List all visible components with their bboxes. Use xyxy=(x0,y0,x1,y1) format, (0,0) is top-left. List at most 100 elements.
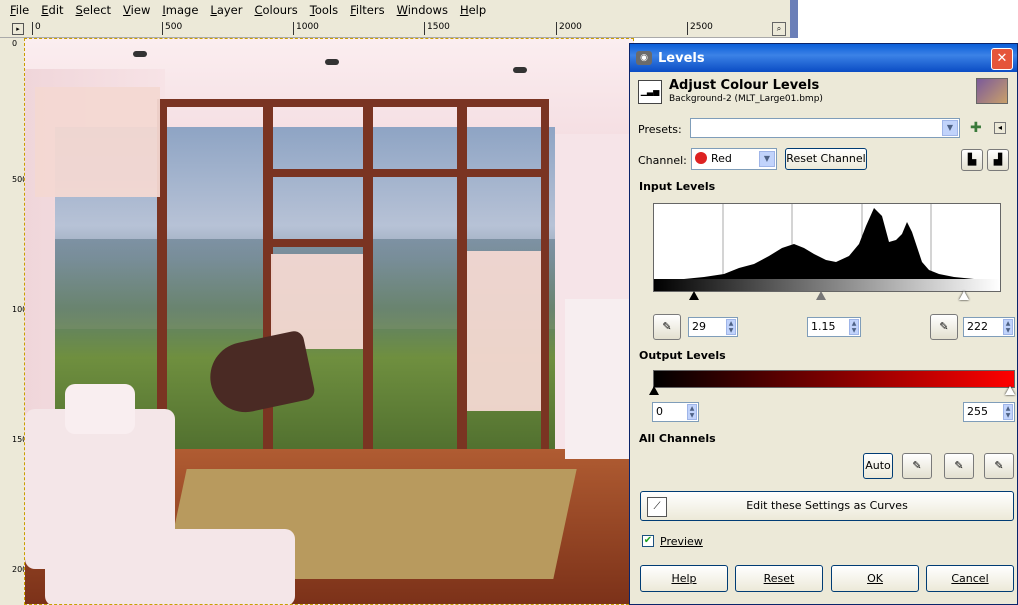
ruler-tick: 1000 xyxy=(293,22,319,35)
scene-piano xyxy=(565,299,633,459)
preview-label[interactable]: Preview xyxy=(660,535,703,548)
gamma-handle[interactable] xyxy=(816,291,826,300)
output-levels-label: Output Levels xyxy=(639,349,726,362)
histogram[interactable] xyxy=(653,203,1001,281)
scene-cushion xyxy=(65,384,135,434)
menu-image[interactable]: Image xyxy=(162,3,198,17)
ok-button[interactable]: OK xyxy=(831,565,919,592)
white-eyedropper-icon[interactable]: ✎ xyxy=(984,453,1014,479)
linear-histogram-icon[interactable]: ▙ xyxy=(961,149,983,171)
menu-tools[interactable]: Tools xyxy=(310,3,338,17)
spin-arrows-icon[interactable]: ▲ ▼ xyxy=(1003,404,1013,420)
high-input-handle[interactable] xyxy=(959,291,969,300)
dialog-title: Levels xyxy=(658,50,705,66)
chevron-down-icon[interactable]: ▼ xyxy=(759,151,775,167)
edit-as-curves-button[interactable]: ⟋ Edit these Settings as Curves xyxy=(640,491,1014,521)
dialog-header: ▁▃▅ Adjust Colour Levels Background-2 (M… xyxy=(638,78,1008,110)
zoom-icon[interactable]: ⌕ xyxy=(772,22,786,36)
image-canvas[interactable] xyxy=(24,38,634,605)
cancel-button[interactable]: Cancel xyxy=(926,565,1014,592)
input-handles[interactable] xyxy=(653,291,999,303)
spin-arrows-icon[interactable]: ▲ ▼ xyxy=(1003,319,1013,335)
input-high-spin[interactable]: 222 ▲ ▼ xyxy=(963,317,1015,337)
input-high-value: 222 xyxy=(967,320,988,333)
output-handles[interactable] xyxy=(649,386,1015,396)
red-channel-icon xyxy=(695,152,707,164)
log-histogram-icon[interactable]: ▟ xyxy=(987,149,1009,171)
preview-checkbox[interactable]: ✔ xyxy=(642,535,654,547)
ruler-tick: 2500 xyxy=(687,22,713,35)
input-low-spin[interactable]: 29 ▲ ▼ xyxy=(688,317,738,337)
scene-sofa xyxy=(45,529,295,604)
ruler-tick: 0 xyxy=(12,39,18,48)
ruler-tick: 500 xyxy=(12,175,28,184)
all-channels-label: All Channels xyxy=(639,432,716,445)
presets-label: Presets: xyxy=(638,123,682,136)
window-frame xyxy=(263,169,549,177)
edit-as-curves-label: Edit these Settings as Curves xyxy=(746,499,908,512)
ruler-tick: 500 xyxy=(162,22,182,35)
dialog-titlebar[interactable]: ◉ Levels ✕ xyxy=(630,44,1017,72)
window-frame xyxy=(541,99,549,459)
channel-label: Channel: xyxy=(638,154,687,167)
window-frame xyxy=(363,99,373,459)
reset-button[interactable]: Reset xyxy=(735,565,823,592)
spin-arrows-icon[interactable]: ▲ ▼ xyxy=(726,319,736,335)
vertical-ruler: 0 500 1000 1500 2000 xyxy=(0,38,33,605)
menu-windows[interactable]: Windows xyxy=(397,3,448,17)
high-output-handle[interactable] xyxy=(1005,386,1015,395)
menu-bar: File Edit Select View Image Layer Colour… xyxy=(0,0,790,20)
spin-arrows-icon[interactable]: ▲ ▼ xyxy=(849,319,859,335)
low-input-handle[interactable] xyxy=(689,291,699,300)
menu-select[interactable]: Select xyxy=(76,3,112,17)
chevron-down-icon[interactable]: ▼ xyxy=(942,120,958,136)
menu-view[interactable]: View xyxy=(123,3,150,17)
menu-edit[interactable]: Edit xyxy=(41,3,63,17)
reset-channel-button[interactable]: Reset Channel xyxy=(785,148,867,170)
menu-help[interactable]: Help xyxy=(460,3,486,17)
menu-filters[interactable]: Filters xyxy=(350,3,384,17)
window-frame xyxy=(165,99,549,107)
input-gamma-spin[interactable]: 1.15 ▲ ▼ xyxy=(807,317,861,337)
ruler-tick: 2000 xyxy=(556,22,582,35)
menu-file[interactable]: File xyxy=(10,3,29,17)
window-blind xyxy=(467,251,541,411)
levels-dialog: ◉ Levels ✕ ▁▃▅ Adjust Colour Levels Back… xyxy=(629,43,1018,605)
black-eyedropper-icon[interactable]: ✎ xyxy=(902,453,932,479)
auto-button[interactable]: Auto xyxy=(863,453,893,479)
window-edge xyxy=(790,0,798,38)
quick-mask-icon[interactable]: ▸ xyxy=(12,23,24,35)
output-high-spin[interactable]: 255 ▲ ▼ xyxy=(963,402,1015,422)
grey-eyedropper-icon[interactable]: ✎ xyxy=(944,453,974,479)
pick-black-point-icon[interactable]: ✎ xyxy=(653,314,681,340)
ceiling-light xyxy=(513,67,527,73)
help-button[interactable]: Help xyxy=(640,565,728,592)
menu-layer[interactable]: Layer xyxy=(210,3,242,17)
channel-combo[interactable]: Red ▼ xyxy=(691,148,777,170)
input-low-value: 29 xyxy=(692,320,706,333)
window-frame xyxy=(263,239,373,247)
channel-value: Red xyxy=(711,152,732,165)
ruler-tick: 1000 xyxy=(12,305,33,314)
output-low-spin[interactable]: 0 ▲ ▼ xyxy=(652,402,699,422)
levels-icon: ▁▃▅ xyxy=(638,80,662,104)
spin-arrows-icon[interactable]: ▲ ▼ xyxy=(687,404,697,420)
output-low-value: 0 xyxy=(656,405,663,418)
header-subtitle: Background-2 (MLT_Large01.bmp) xyxy=(669,94,823,104)
pick-white-point-icon[interactable]: ✎ xyxy=(930,314,958,340)
header-title: Adjust Colour Levels xyxy=(669,78,820,93)
ceiling-light xyxy=(325,59,339,65)
window-frame xyxy=(457,99,467,459)
low-output-handle[interactable] xyxy=(649,386,659,395)
add-preset-icon[interactable]: ✚ xyxy=(970,120,982,136)
ruler-tick: 1500 xyxy=(12,435,33,444)
close-icon[interactable]: ✕ xyxy=(991,48,1013,70)
presets-value xyxy=(691,121,694,134)
presets-combo[interactable]: ▼ xyxy=(690,118,960,138)
input-levels-label: Input Levels xyxy=(639,180,716,193)
image-thumbnail xyxy=(976,78,1008,104)
menu-colours[interactable]: Colours xyxy=(254,3,297,17)
window-blind xyxy=(35,87,160,197)
ruler-tick: 0 xyxy=(32,22,41,35)
preset-menu-icon[interactable]: ◂ xyxy=(994,122,1006,134)
